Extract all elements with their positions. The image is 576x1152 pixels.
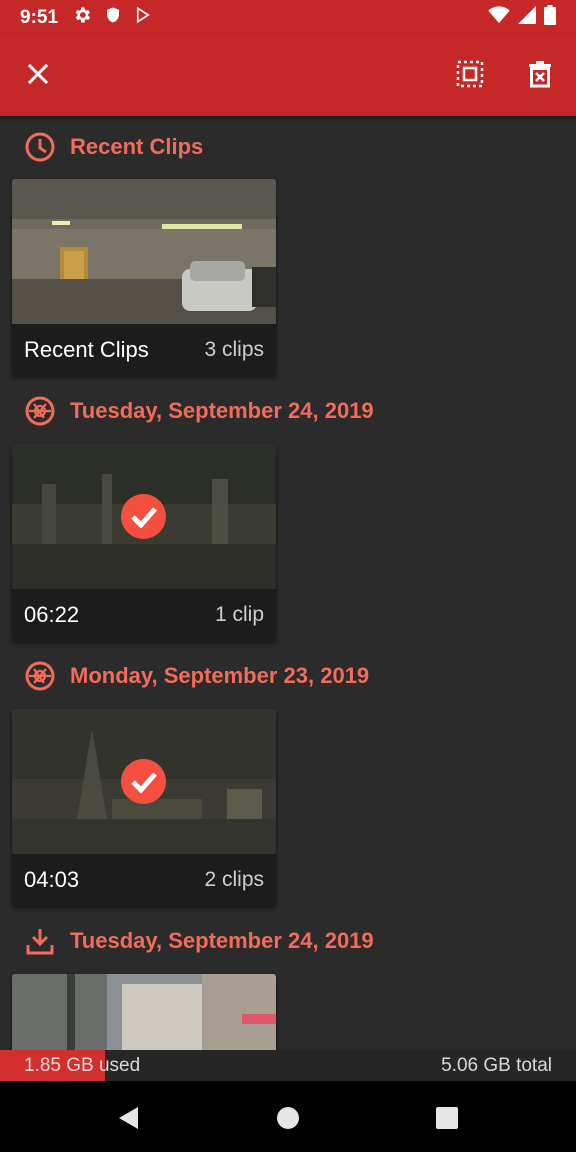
select-all-icon bbox=[456, 60, 484, 93]
close-icon bbox=[26, 62, 50, 91]
clip-card-saved[interactable] bbox=[12, 974, 276, 1050]
clip-count: 3 clips bbox=[204, 338, 264, 361]
back-button[interactable] bbox=[113, 1103, 143, 1133]
delete-button[interactable] bbox=[523, 59, 557, 93]
play-store-icon bbox=[134, 5, 152, 30]
section-title: Tuesday, September 24, 2019 bbox=[70, 928, 374, 953]
section-title: Monday, September 23, 2019 bbox=[70, 663, 370, 688]
wifi-icon bbox=[488, 6, 510, 29]
clip-title: 04:03 bbox=[24, 867, 80, 892]
clip-title: 06:22 bbox=[24, 602, 80, 627]
storage-total-text: 5.06 GB total bbox=[441, 1055, 552, 1076]
clip-thumbnail bbox=[12, 974, 276, 1050]
home-icon bbox=[277, 1107, 299, 1129]
clip-count: 1 clip bbox=[214, 603, 264, 626]
shutter-icon bbox=[24, 660, 56, 692]
selected-check[interactable] bbox=[121, 494, 166, 539]
clip-list[interactable]: Recent Clips Recent Clips 3 clips Tuesda… bbox=[0, 116, 576, 1050]
status-icons-right bbox=[488, 5, 556, 30]
storage-bar: 1.85 GB used 5.06 GB total bbox=[0, 1050, 576, 1081]
download-icon bbox=[24, 925, 56, 957]
status-time: 9:51 bbox=[20, 6, 59, 28]
clip-caption: 04:03 2 clips bbox=[12, 854, 276, 906]
system-nav-bar bbox=[0, 1081, 576, 1152]
status-bar: 9:51 bbox=[0, 0, 576, 35]
clip-card-0403[interactable]: 04:03 2 clips bbox=[12, 709, 276, 906]
section-header-date: Tuesday, September 24, 2019 bbox=[24, 395, 374, 427]
section-title: Recent Clips bbox=[70, 134, 204, 159]
recents-icon bbox=[436, 1107, 458, 1129]
clip-caption: 06:22 1 clip bbox=[12, 589, 276, 641]
clip-count: 2 clips bbox=[204, 868, 264, 891]
battery-icon bbox=[544, 5, 556, 30]
delete-icon bbox=[528, 60, 552, 93]
back-icon bbox=[119, 1107, 138, 1129]
status-icons-left bbox=[72, 5, 152, 30]
settings-icon bbox=[72, 5, 92, 30]
section-header-recent: Recent Clips bbox=[24, 131, 203, 163]
select-all-button[interactable] bbox=[453, 59, 487, 93]
home-button[interactable] bbox=[273, 1103, 303, 1133]
shield-icon bbox=[104, 5, 122, 30]
clip-thumbnail bbox=[12, 179, 276, 324]
clock-icon bbox=[24, 131, 56, 163]
section-header-saved: Tuesday, September 24, 2019 bbox=[24, 925, 374, 957]
checkmark-icon bbox=[130, 506, 157, 528]
close-button[interactable] bbox=[21, 59, 55, 93]
checkmark-icon bbox=[130, 771, 157, 793]
section-header-date: Monday, September 23, 2019 bbox=[24, 660, 369, 692]
clip-title: Recent Clips bbox=[24, 337, 149, 362]
section-title: Tuesday, September 24, 2019 bbox=[70, 398, 374, 423]
clip-caption: Recent Clips 3 clips bbox=[12, 324, 276, 376]
clip-card-recent[interactable]: Recent Clips 3 clips bbox=[12, 179, 276, 376]
recents-button[interactable] bbox=[432, 1103, 462, 1133]
clip-card-0622[interactable]: 06:22 1 clip bbox=[12, 444, 276, 641]
app-toolbar bbox=[0, 35, 576, 116]
selected-check[interactable] bbox=[121, 759, 166, 804]
cell-signal-icon bbox=[518, 6, 536, 29]
storage-used-text: 1.85 GB used bbox=[24, 1055, 141, 1076]
shutter-icon bbox=[24, 395, 56, 427]
